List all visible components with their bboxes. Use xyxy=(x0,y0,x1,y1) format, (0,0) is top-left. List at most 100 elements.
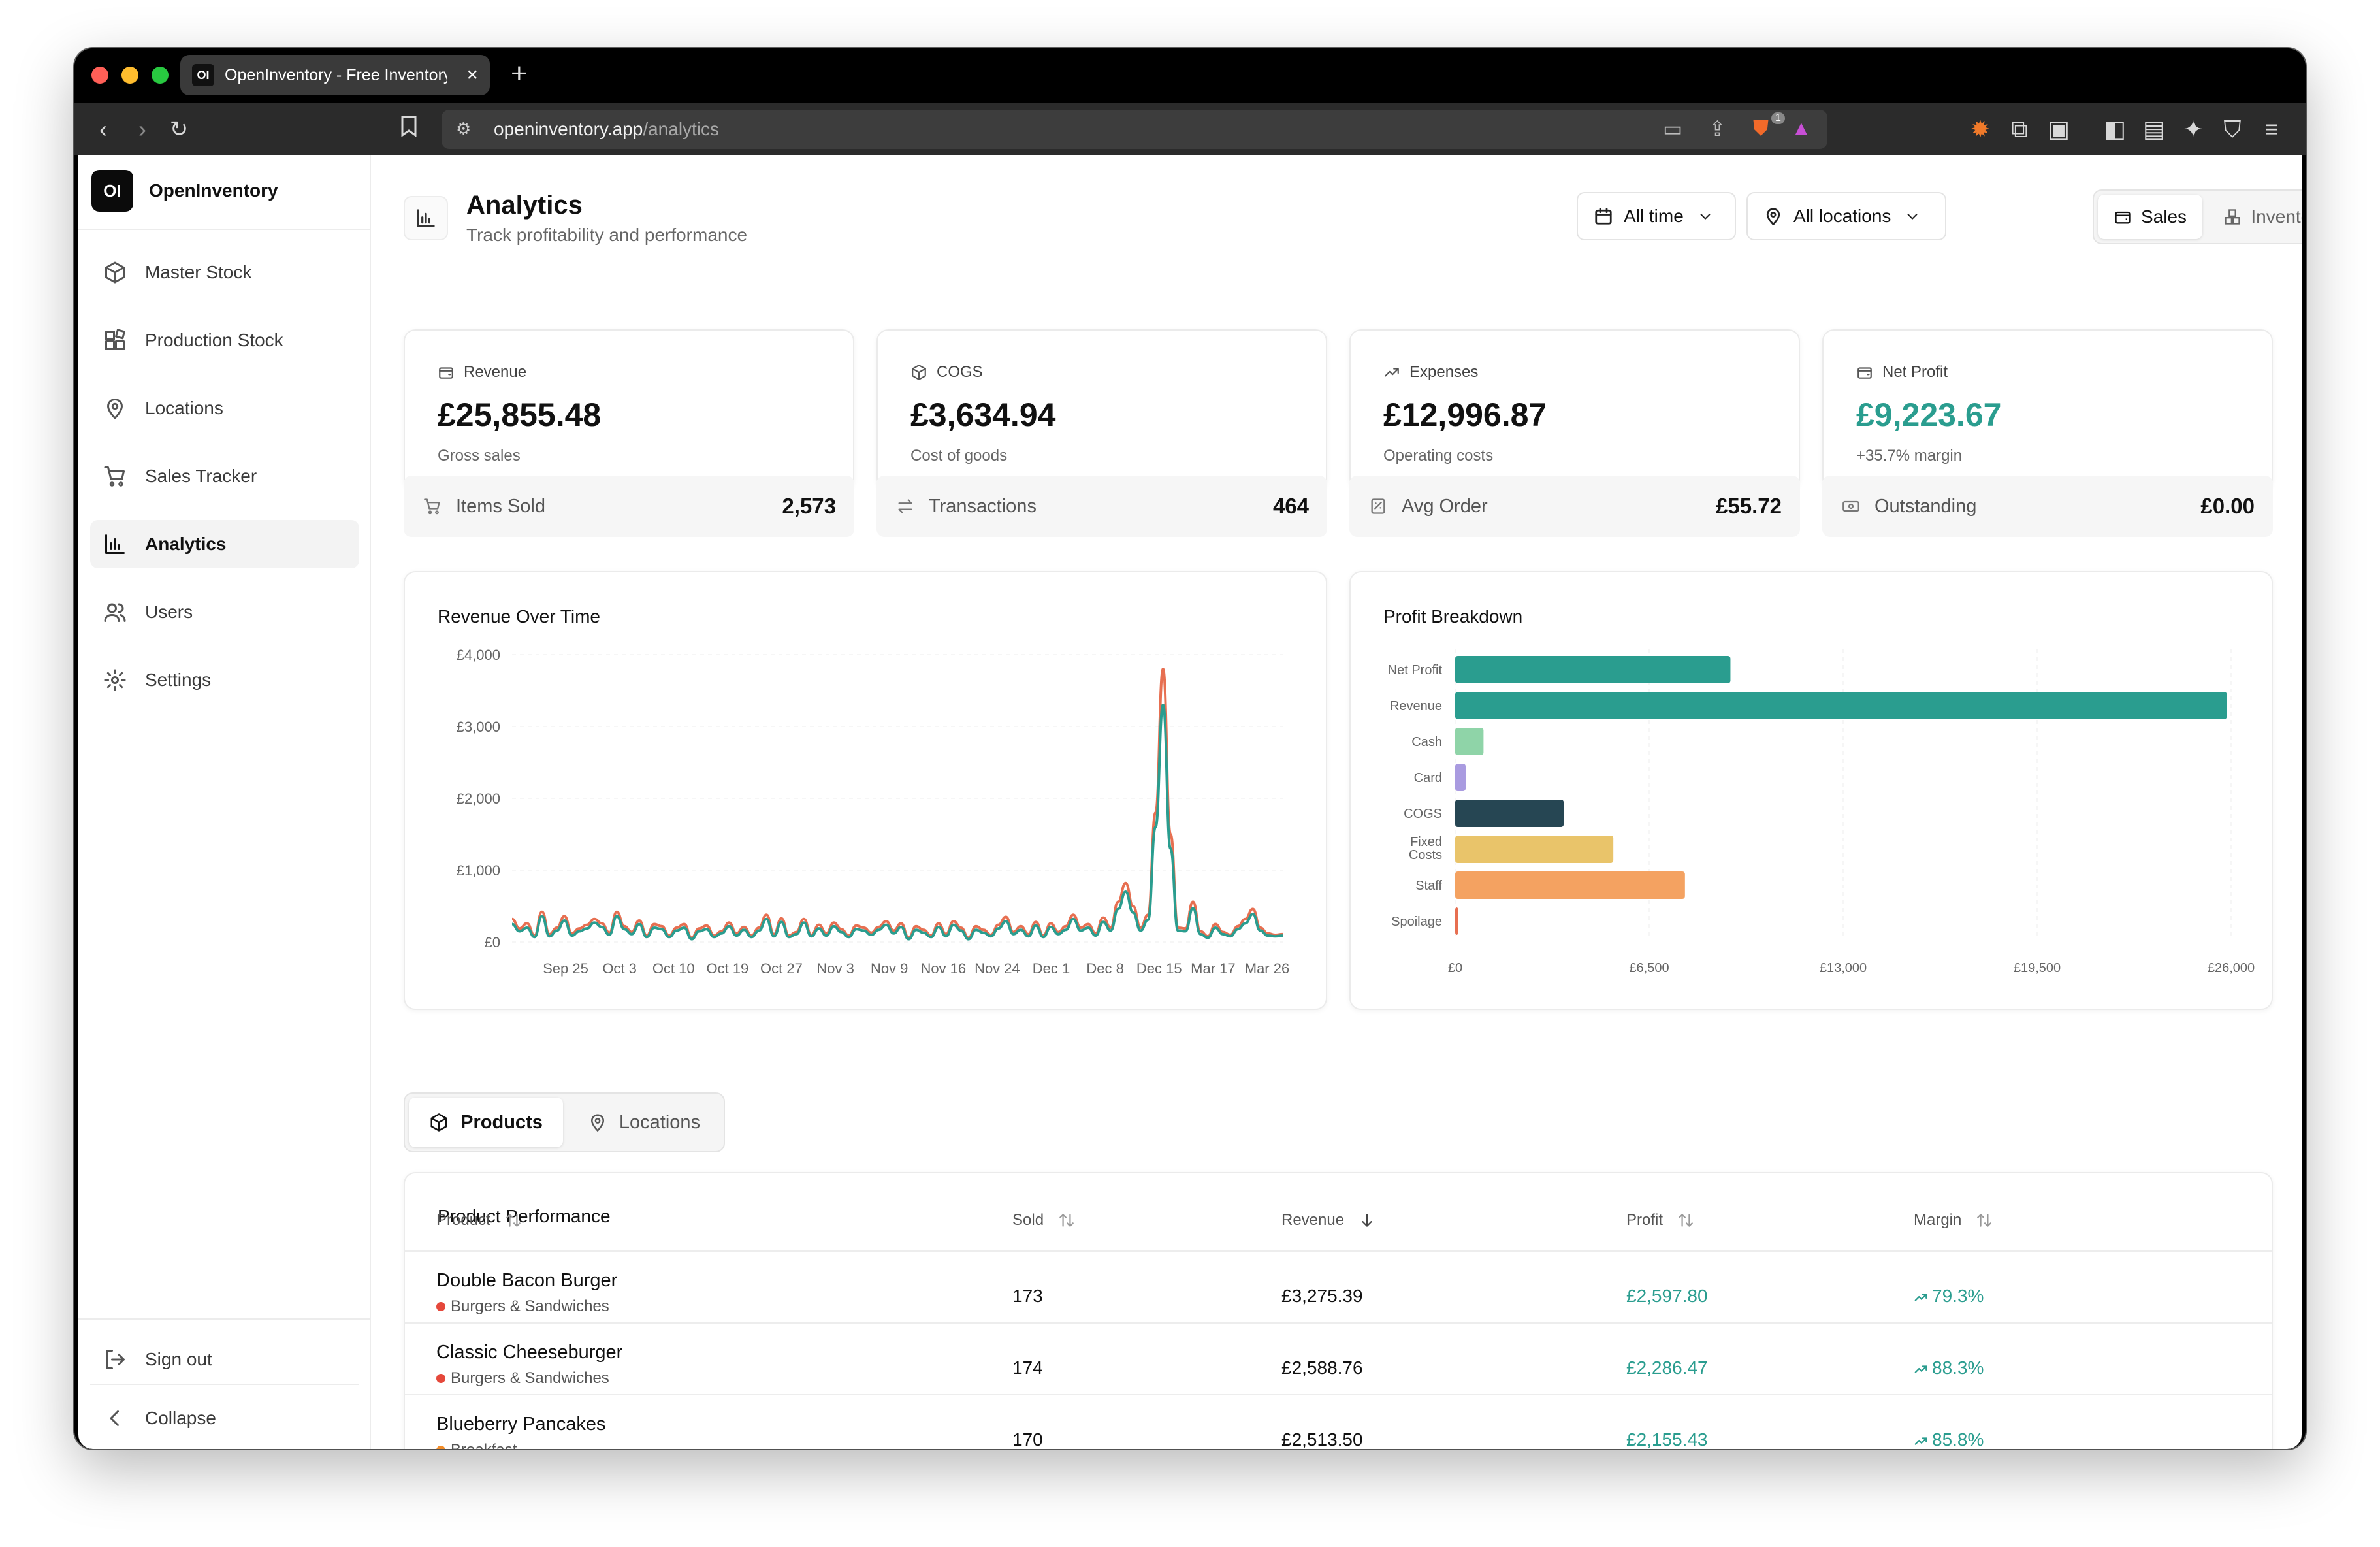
collapse-label: Collapse xyxy=(145,1408,216,1428)
map-pin-icon xyxy=(102,395,128,421)
brave-rewards-icon[interactable]: ▲ xyxy=(1791,116,1812,140)
location-filter-value: All locations xyxy=(1793,206,1891,226)
bar-fixed-costs xyxy=(1455,836,1614,863)
view-toggle: Sales Inventory xyxy=(2093,189,2302,244)
stat-outstanding: Outstanding £0.00 xyxy=(1822,476,2273,537)
x-tick-label: Nov 9 xyxy=(871,960,908,977)
product-category: Burgers & Sandwiches xyxy=(436,1297,609,1316)
column-header-product[interactable]: Product xyxy=(436,1211,522,1229)
sign-out-button[interactable]: Sign out xyxy=(90,1335,359,1384)
product-name: Blueberry Pancakes xyxy=(436,1414,606,1435)
menu-icon[interactable]: ≡ xyxy=(2256,114,2287,145)
profit-cell: £2,286.47 xyxy=(1626,1358,1708,1378)
collapse-button[interactable]: Collapse xyxy=(90,1394,359,1442)
cart-icon xyxy=(424,498,440,515)
time-filter-value: All time xyxy=(1624,206,1684,226)
minimize-window-button[interactable] xyxy=(121,67,138,84)
sort-icon xyxy=(1977,1214,1992,1227)
vpn-icon[interactable]: ⛉ xyxy=(2217,114,2248,145)
column-header-margin[interactable]: Margin xyxy=(1914,1211,1993,1229)
stat-avg-order: Avg Order £55.72 xyxy=(1349,476,1800,537)
table-divider xyxy=(405,1250,2272,1252)
leo-ai-icon[interactable]: ✦ xyxy=(2178,114,2209,145)
bar-card xyxy=(1455,764,1466,791)
product-category: Breakfast xyxy=(436,1441,517,1449)
sidebar-item-production-stock[interactable]: Production Stock xyxy=(90,316,359,365)
kpi-card-revenue: Revenue £25,855.48 Gross sales xyxy=(404,329,854,490)
forward-icon[interactable]: › xyxy=(127,114,158,145)
back-icon[interactable]: ‹ xyxy=(88,114,119,145)
bookmark-icon[interactable] xyxy=(393,114,425,145)
site-settings-icon[interactable]: ⚙ xyxy=(456,119,471,139)
share-icon[interactable]: ⇪ xyxy=(1709,116,1726,141)
bar-cash xyxy=(1455,728,1484,755)
chevron-down-icon xyxy=(1907,214,1918,220)
extensions-icon[interactable]: ⧉ xyxy=(2004,114,2035,145)
sidebar-item-label: Settings xyxy=(145,670,212,690)
browser-toolbar: ‹ › ↻ ⚙ openinventory.app/analytics ▭ ⇪ … xyxy=(74,103,2306,155)
sidebar-toggle-icon[interactable]: ◧ xyxy=(2099,114,2131,145)
tab-products[interactable]: Products xyxy=(409,1098,563,1147)
wallet-icon[interactable]: ▤ xyxy=(2138,114,2170,145)
column-header-revenue[interactable]: Revenue xyxy=(1281,1211,1375,1229)
view-toggle-sales[interactable]: Sales xyxy=(2098,195,2202,239)
url-host: openinventory.app xyxy=(494,119,643,139)
profit-breakdown-chart: £0 £6,500 £13,000 £19,500 £26,000 Net Profit R… xyxy=(1388,649,2255,975)
profit-cell: £2,155.43 xyxy=(1626,1429,1708,1449)
sidebar-item-users[interactable]: Users xyxy=(90,588,359,636)
time-filter-select[interactable]: All time xyxy=(1577,192,1736,240)
sold-cell: 173 xyxy=(1012,1286,1043,1306)
wallet-icon xyxy=(2115,211,2131,224)
users-icon xyxy=(102,599,128,625)
stat-label: Items Sold xyxy=(456,495,545,517)
browser-tab[interactable]: OI OpenInventory - Free Inventory Manage… xyxy=(180,55,490,95)
sidebar-item-settings[interactable]: Settings xyxy=(90,656,359,704)
shield-badge: 1 xyxy=(1771,112,1785,124)
page-title: Analytics xyxy=(466,191,583,220)
sort-desc-icon xyxy=(1362,1214,1372,1227)
y-tick-label: Cash xyxy=(1411,735,1442,749)
sidebar-item-sales-tracker[interactable]: Sales Tracker xyxy=(90,452,359,500)
brand[interactable]: OI OpenInventory xyxy=(91,170,278,212)
new-tab-icon[interactable]: + xyxy=(511,57,528,90)
stat-value: 2,573 xyxy=(782,494,836,518)
view-toggle-inventory[interactable]: Inventory xyxy=(2206,195,2302,239)
box-icon xyxy=(430,1113,447,1132)
column-header-sold[interactable]: Sold xyxy=(1012,1211,1075,1229)
sold-cell: 174 xyxy=(1012,1358,1043,1378)
bar-revenue xyxy=(1455,692,2227,719)
x-tick-label: Mar 17 xyxy=(1191,960,1235,977)
brave-shield-icon[interactable]: ⛊ xyxy=(1753,116,1769,141)
tab-title: OpenInventory - Free Inventory Manager xyxy=(225,65,447,84)
sidebar-item-locations[interactable]: Locations xyxy=(90,384,359,432)
address-bar[interactable]: ⚙ openinventory.app/analytics ▭ ⇪ ⛊ 1 ▲ xyxy=(442,110,1827,149)
zoom-window-button[interactable] xyxy=(152,67,169,84)
kpi-value: £12,996.87 xyxy=(1383,397,1547,433)
sign-out-icon xyxy=(102,1346,128,1373)
column-header-profit[interactable]: Profit xyxy=(1626,1211,1694,1229)
category-label: Burgers & Sandwiches xyxy=(451,1369,609,1387)
stat-value: £55.72 xyxy=(1716,494,1782,518)
brand-logo: OI xyxy=(91,170,133,212)
close-tab-icon[interactable]: × xyxy=(466,64,478,86)
extension-fox-icon[interactable]: ✹ xyxy=(1965,114,1996,145)
sold-cell: 170 xyxy=(1012,1429,1043,1449)
reader-icon[interactable]: ▣ xyxy=(2043,114,2074,145)
bar-chart-icon xyxy=(102,531,128,557)
sidebar-divider xyxy=(90,1384,359,1385)
margin-cell: 88.3% xyxy=(1914,1358,1984,1378)
sidebar-item-master-stock[interactable]: Master Stock xyxy=(90,248,359,297)
cast-icon[interactable]: ▭ xyxy=(1663,116,1682,141)
sidebar-divider xyxy=(78,229,370,230)
tab-locations[interactable]: Locations xyxy=(567,1098,721,1147)
column-label: Margin xyxy=(1914,1211,1962,1229)
kpi-sub: +35.7% margin xyxy=(1856,447,1963,464)
x-tick-label: Nov 16 xyxy=(920,960,966,977)
wallet-icon xyxy=(1857,367,1872,379)
margin-value: 85.8% xyxy=(1932,1429,1984,1449)
location-filter-select[interactable]: All locations xyxy=(1746,192,1946,240)
reload-icon[interactable]: ↻ xyxy=(163,114,195,145)
close-window-button[interactable] xyxy=(91,67,108,84)
sidebar-item-analytics[interactable]: Analytics xyxy=(90,520,359,568)
margin-value: 88.3% xyxy=(1932,1358,1984,1378)
